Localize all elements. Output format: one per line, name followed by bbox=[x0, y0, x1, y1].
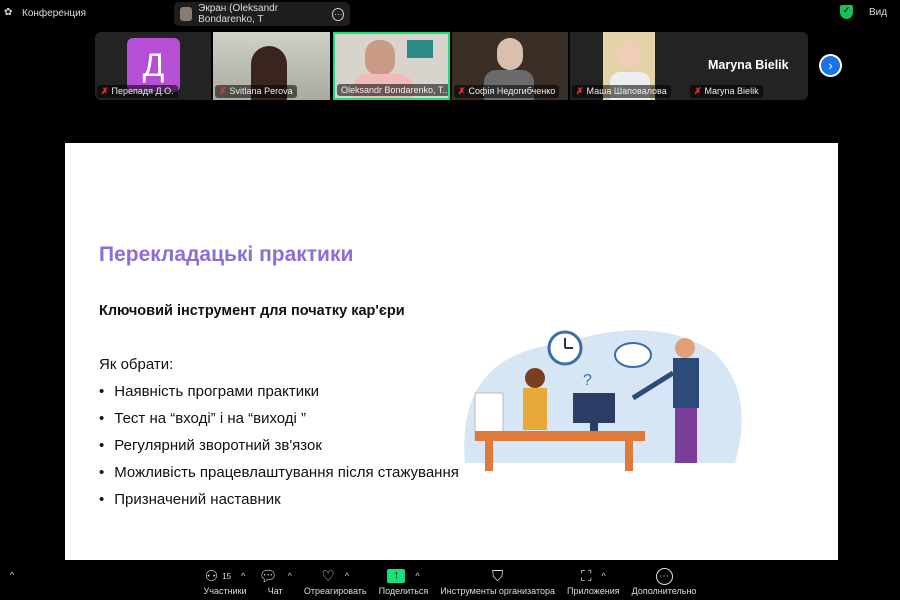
chat-button[interactable]: 💬︎ ^ Чат bbox=[253, 562, 298, 600]
participant-name: ✗ Софія Недогибченко bbox=[454, 85, 560, 98]
participant-tile[interactable]: ✗ Svitlana Perova bbox=[213, 32, 330, 100]
security-shield-icon[interactable]: ✓ bbox=[840, 5, 853, 19]
mic-muted-icon: ✗ bbox=[458, 86, 466, 96]
share-button[interactable]: ↑ ^ Поделиться bbox=[373, 562, 435, 600]
react-button[interactable]: ♡ ^ Отреагировать bbox=[298, 562, 373, 600]
slide-title: Перекладацькі практики bbox=[99, 243, 354, 266]
video-person bbox=[365, 40, 395, 76]
bullet-item: Регулярний зворотний зв'язок bbox=[99, 437, 459, 464]
mic-muted-icon: ✗ bbox=[219, 86, 227, 96]
caret-up-icon[interactable]: ^ bbox=[345, 571, 349, 581]
avatar: Д bbox=[127, 38, 180, 92]
meeting-title: ✿ Конференция bbox=[4, 7, 87, 19]
label: Участники bbox=[203, 586, 247, 596]
screen-share-pill[interactable]: Экран (Oleksandr Bondarenko, T ⋯ bbox=[174, 2, 350, 26]
office-illustration: ? bbox=[464, 330, 742, 471]
sharer-avatar bbox=[180, 7, 193, 21]
bullet-item: Тест на “вході” і на “виході ” bbox=[99, 410, 459, 437]
label: Дополнительно bbox=[631, 586, 697, 596]
meeting-title-text: Конференция bbox=[22, 8, 87, 19]
apps-button[interactable]: ⛶ ^ Приложения bbox=[561, 562, 626, 600]
label: Поделиться bbox=[378, 586, 429, 596]
label: Чат bbox=[267, 586, 283, 596]
how-to-choose-label: Як обрати: bbox=[99, 356, 174, 373]
participants-count: 15 bbox=[222, 571, 232, 581]
participant-name: ✗ Перепадя Д.О. bbox=[97, 85, 178, 98]
bullet-item: Можливість працевлаштування після стажув… bbox=[99, 464, 459, 491]
slide-subtitle: Ключовий інструмент для початку кар'єри bbox=[99, 303, 405, 319]
participant-name: ✗ Maryna Bielik bbox=[690, 85, 763, 98]
participant-name: Oleksandr Bondarenko, T... bbox=[337, 84, 450, 96]
chat-icon: 💬︎ bbox=[258, 568, 278, 585]
participants-icon: ⚇ bbox=[204, 568, 219, 585]
participant-tile[interactable]: Д ✗ Перепадя Д.О. bbox=[95, 32, 211, 100]
shield-icon: ⛉ bbox=[492, 567, 504, 585]
name-text: Maryna Bielik bbox=[704, 86, 759, 96]
share-label: Экран (Oleksandr Bondarenko, T bbox=[198, 3, 279, 25]
label: Отреагировать bbox=[303, 586, 367, 596]
apps-icon: ⛶ bbox=[580, 567, 592, 585]
participant-name: ✗ Svitlana Perova bbox=[215, 85, 297, 98]
participants-button[interactable]: ⚇ 15 ^ Участники bbox=[198, 562, 253, 600]
svg-text:?: ? bbox=[583, 372, 592, 389]
heart-icon: ♡ bbox=[321, 568, 335, 585]
name-text: Маша Шаповалова bbox=[586, 86, 667, 96]
name-text: Софія Недогибченко bbox=[468, 86, 556, 96]
more-icon: ⋯ bbox=[655, 567, 673, 585]
label: Приложения bbox=[567, 586, 620, 596]
label: Инструменты организатора bbox=[440, 586, 555, 596]
shared-slide: Перекладацькі практики Ключовий інструме… bbox=[65, 143, 838, 560]
caret-up-icon[interactable]: ^ bbox=[288, 571, 292, 581]
bullet-item: Призначений наставник bbox=[99, 491, 459, 518]
more-options-icon[interactable]: ⋯ bbox=[332, 7, 344, 21]
name-text: Перепадя Д.О. bbox=[111, 86, 174, 96]
mic-muted-icon: ✗ bbox=[694, 86, 702, 96]
more-button[interactable]: ⋯ Дополнительно bbox=[626, 562, 703, 600]
name-text: Svitlana Perova bbox=[229, 86, 293, 96]
bullet-item: Наявність програми практики bbox=[99, 383, 459, 410]
participant-tile[interactable]: ✗ Маша Шаповалова Maryna Bielik ✗ Maryna B… bbox=[570, 32, 808, 100]
paw-icon: ✿ bbox=[4, 7, 13, 18]
participant-display-name: Maryna Bielik bbox=[708, 58, 789, 72]
name-text: Oleksandr Bondarenko, T... bbox=[341, 85, 450, 95]
next-page-button[interactable]: › bbox=[819, 54, 842, 77]
meeting-toolbar: ⚇ 15 ^ Участники 💬︎ ^ Чат ♡ ^ Отреагировать ↑ ^ П… bbox=[0, 562, 900, 600]
view-button[interactable]: Вид bbox=[869, 7, 887, 18]
participant-tile[interactable]: ✗ Софія Недогибченко bbox=[452, 32, 568, 100]
share-arrow-icon: ↑ bbox=[387, 569, 406, 583]
participant-name: ✗ Маша Шаповалова bbox=[572, 85, 671, 98]
participant-tile-active-speaker[interactable]: Oleksandr Bondarenko, T... bbox=[333, 32, 450, 100]
caret-up-icon[interactable]: ^ bbox=[601, 571, 605, 581]
caret-up-icon[interactable]: ^ bbox=[415, 571, 419, 581]
host-tools-button[interactable]: ⛉ Инструменты организатора bbox=[434, 562, 561, 600]
mic-muted-icon: ✗ bbox=[576, 86, 584, 96]
caret-up-icon[interactable]: ^ bbox=[241, 571, 245, 581]
mic-muted-icon: ✗ bbox=[101, 86, 109, 96]
bullet-list: Наявність програми практики Тест на “вхо… bbox=[99, 383, 459, 518]
